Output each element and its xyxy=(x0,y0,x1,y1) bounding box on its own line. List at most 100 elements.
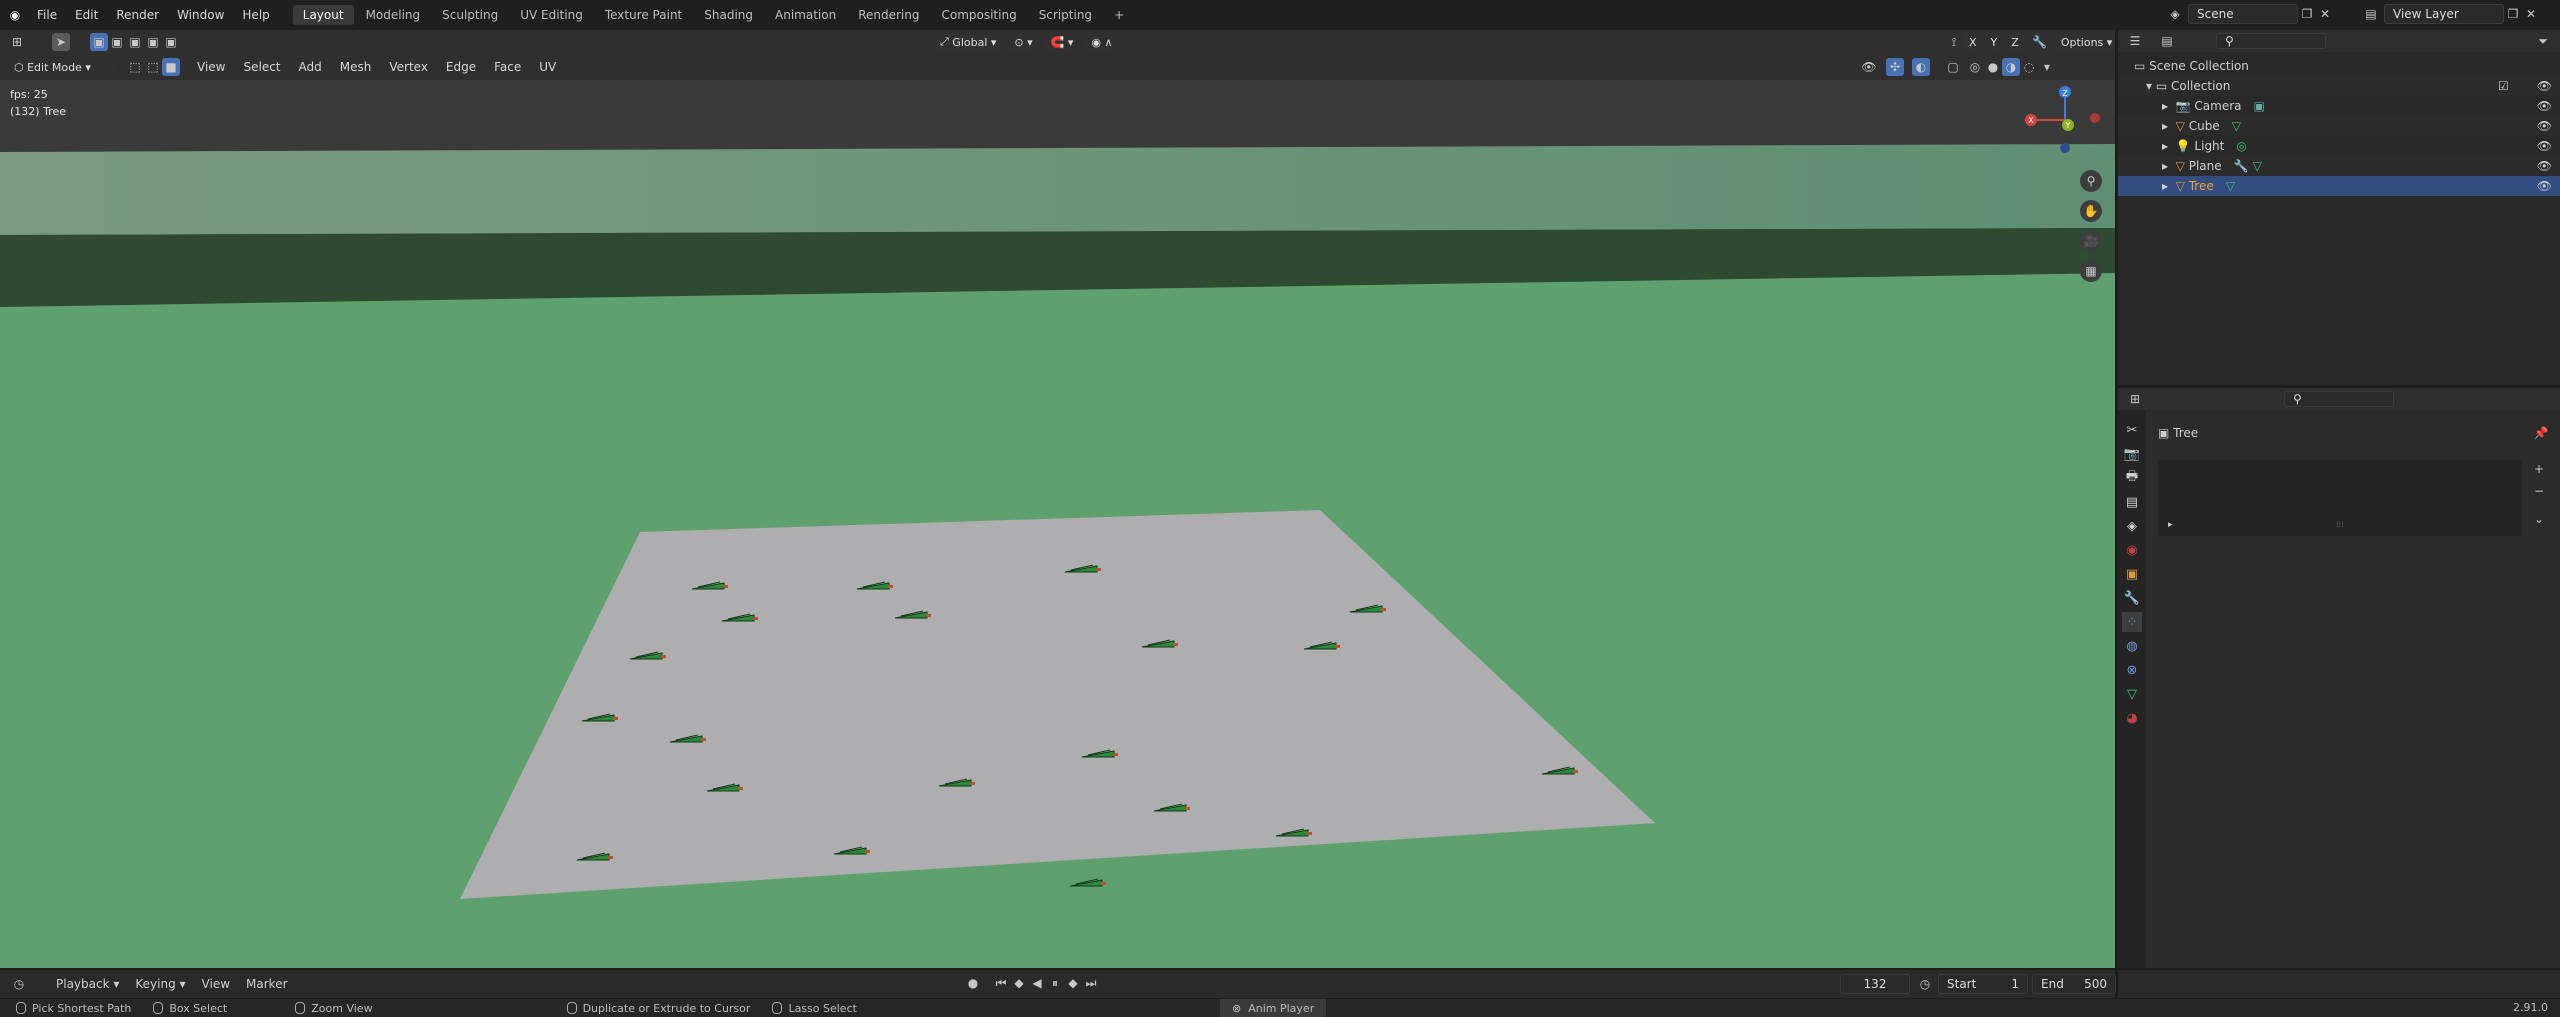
properties-editor-type-icon[interactable]: ⊞ xyxy=(2126,390,2144,408)
expand-arrow-icon[interactable]: ▸ xyxy=(2162,139,2176,153)
jump-end-icon[interactable]: ⏭ xyxy=(1082,974,1100,992)
overlay-toggle-icon[interactable]: ◐ xyxy=(1912,58,1930,76)
modifier-tab-icon[interactable]: 🔧 xyxy=(2122,588,2142,608)
new-view-layer-icon[interactable]: ❐ xyxy=(2504,5,2522,23)
tab-compositing[interactable]: Compositing xyxy=(931,5,1026,25)
menu-window[interactable]: Window xyxy=(168,8,233,22)
list-resize-handle-icon[interactable]: ⁞⁞⁞ xyxy=(2336,520,2344,529)
tool-tab-icon[interactable]: ✂ xyxy=(2122,420,2142,440)
menu-mesh[interactable]: Mesh xyxy=(331,60,381,74)
output-tab-icon[interactable]: 🖶 xyxy=(2122,468,2142,488)
material-shading-icon[interactable]: ◑ xyxy=(2002,58,2020,76)
menu-marker[interactable]: Marker xyxy=(238,977,295,991)
tab-scripting[interactable]: Scripting xyxy=(1029,5,1102,25)
stopwatch-icon[interactable]: ◷ xyxy=(1916,975,1934,993)
gizmo-toggle-icon[interactable]: ✣ xyxy=(1886,58,1904,76)
eye-icon[interactable]: 👁 xyxy=(2537,119,2552,133)
outliner-item-tree[interactable]: ▸ ▽ Tree ▽ 👁 xyxy=(2118,176,2560,196)
eye-icon[interactable]: 👁 xyxy=(2537,79,2552,93)
menu-render[interactable]: Render xyxy=(107,8,168,22)
render-tab-icon[interactable]: 📷 xyxy=(2122,444,2142,464)
face-select-icon[interactable]: ■ xyxy=(162,58,180,76)
rendered-shading-icon[interactable]: ◌ xyxy=(2020,58,2038,76)
add-workspace-button[interactable]: + xyxy=(1104,5,1134,25)
record-icon[interactable]: ● xyxy=(964,974,982,992)
expand-arrow-icon[interactable]: ▸ xyxy=(2162,99,2176,113)
physics-tab-icon[interactable]: ◍ xyxy=(2122,636,2142,656)
collection-row[interactable]: ▾ ▭ Collection ☑ 👁 xyxy=(2118,76,2560,96)
timeline-editor-type-icon[interactable]: ◷ xyxy=(10,975,28,993)
menu-help[interactable]: Help xyxy=(233,8,278,22)
select-mode-extend-icon[interactable]: ▣ xyxy=(108,33,126,51)
start-frame-field[interactable]: Start 1 xyxy=(1938,974,2028,994)
expand-arrow-icon[interactable]: ▸ xyxy=(2162,159,2176,173)
gizmo-neg-z-axis[interactable] xyxy=(2060,143,2070,153)
end-frame-field[interactable]: End 500 xyxy=(2032,974,2116,994)
select-tool-icon[interactable]: ➤ xyxy=(52,33,70,51)
mirror-z-toggle[interactable]: Z xyxy=(2005,32,2025,52)
menu-edit[interactable]: Edit xyxy=(66,8,107,22)
shading-options-icon[interactable]: ▾ xyxy=(2038,58,2056,76)
mirror-y-toggle[interactable]: Y xyxy=(1984,32,2004,52)
wrench-icon[interactable]: 🔧 xyxy=(2031,33,2049,51)
particle-system-list[interactable]: ▸ ⁞⁞⁞ xyxy=(2158,460,2522,536)
menu-face[interactable]: Face xyxy=(485,60,530,74)
outliner-item-cube[interactable]: ▸ ▽ Cube ▽ 👁 xyxy=(2118,116,2560,136)
3d-viewport[interactable]: fps: 25 (132) Tree Z X Y ⚲ ✋ 🎥 ▦ ⊞ ➤ ▣ ▣… xyxy=(0,30,2115,968)
options-dropdown[interactable]: Options ▾ xyxy=(2054,32,2115,52)
expand-arrow-icon[interactable]: ▸ xyxy=(2162,179,2176,193)
xray-toggle-icon[interactable]: ▢ xyxy=(1944,58,1962,76)
gizmo-neg-x-axis[interactable] xyxy=(2090,113,2100,123)
scene-collection-row[interactable]: ▭ Scene Collection xyxy=(2118,56,2560,76)
pin-icon[interactable]: 📌 xyxy=(2532,424,2550,442)
select-mode-subtract-icon[interactable]: ▣ xyxy=(126,33,144,51)
menu-view[interactable]: View xyxy=(188,60,234,74)
eye-icon[interactable]: 👁 xyxy=(2537,99,2552,113)
prev-keyframe-icon[interactable]: ◆ xyxy=(1010,974,1028,992)
jump-start-icon[interactable]: ⏮ xyxy=(992,974,1010,992)
snap-toggle[interactable]: 🧲 ▾ xyxy=(1044,32,1080,52)
collapse-arrow-icon[interactable]: ▾ xyxy=(2146,79,2156,93)
expand-arrow-icon[interactable]: ▸ xyxy=(2162,119,2176,133)
delete-scene-icon[interactable]: ✕ xyxy=(2316,5,2334,23)
menu-select[interactable]: Select xyxy=(234,60,289,74)
filter-icon[interactable]: ⏷ xyxy=(2534,32,2552,50)
eye-icon[interactable]: 👁 xyxy=(2537,179,2552,193)
outliner-item-plane[interactable]: ▸ ▽ Plane 🔧 ▽ 👁 xyxy=(2118,156,2560,176)
tab-uv-editing[interactable]: UV Editing xyxy=(510,5,593,25)
select-mode-invert-icon[interactable]: ▣ xyxy=(144,33,162,51)
next-keyframe-icon[interactable]: ◆ xyxy=(1064,974,1082,992)
display-mode-icon[interactable]: ▤ xyxy=(2158,32,2176,50)
new-scene-icon[interactable]: ❐ xyxy=(2298,5,2316,23)
delete-view-layer-icon[interactable]: ✕ xyxy=(2522,5,2540,23)
mirror-x-toggle[interactable]: X xyxy=(1963,32,1983,52)
scene-icon[interactable]: ◈ xyxy=(2166,5,2184,23)
tab-modeling[interactable]: Modeling xyxy=(356,5,431,25)
edge-select-icon[interactable]: ⬚ xyxy=(144,58,162,76)
navigation-gizmo[interactable]: Z X Y xyxy=(2015,86,2115,156)
vertex-select-icon[interactable]: ⬚ xyxy=(126,58,144,76)
pause-icon[interactable]: ⏸ xyxy=(1046,974,1064,992)
menu-edge[interactable]: Edge xyxy=(437,60,485,74)
scene-tab-icon[interactable]: ◈ xyxy=(2122,516,2142,536)
add-slot-icon[interactable]: + xyxy=(2530,460,2548,478)
tab-rendering[interactable]: Rendering xyxy=(848,5,929,25)
viewport-scene[interactable] xyxy=(0,80,2115,968)
tab-sculpting[interactable]: Sculpting xyxy=(432,5,508,25)
transform-orientation-dropdown[interactable]: ⤢ Global ▾ xyxy=(934,32,1003,52)
material-tab-icon[interactable]: ◕ xyxy=(2122,708,2142,728)
outliner-item-light[interactable]: ▸ 💡 Light ◎ 👁 xyxy=(2118,136,2560,156)
blender-logo-icon[interactable]: ◉ xyxy=(6,6,24,24)
proportional-edit-toggle[interactable]: ◉ ∧ xyxy=(1085,32,1119,52)
perspective-grid-icon[interactable]: ▦ xyxy=(2080,260,2102,282)
menu-uv[interactable]: UV xyxy=(530,60,565,74)
outliner-item-camera[interactable]: ▸ 📷 Camera ▣ 👁 xyxy=(2118,96,2560,116)
pivot-point-dropdown[interactable]: ⊙ ▾ xyxy=(1008,32,1039,52)
visibility-icon[interactable]: 👁 xyxy=(1860,58,1878,76)
tab-layout[interactable]: Layout xyxy=(292,5,354,25)
zoom-view-icon[interactable]: ⚲ xyxy=(2080,170,2102,192)
properties-search-input[interactable]: ⚲ xyxy=(2284,391,2394,407)
menu-add[interactable]: Add xyxy=(290,60,331,74)
object-tab-icon[interactable]: ▣ xyxy=(2122,564,2142,584)
wireframe-shading-icon[interactable]: ◎ xyxy=(1966,58,1984,76)
